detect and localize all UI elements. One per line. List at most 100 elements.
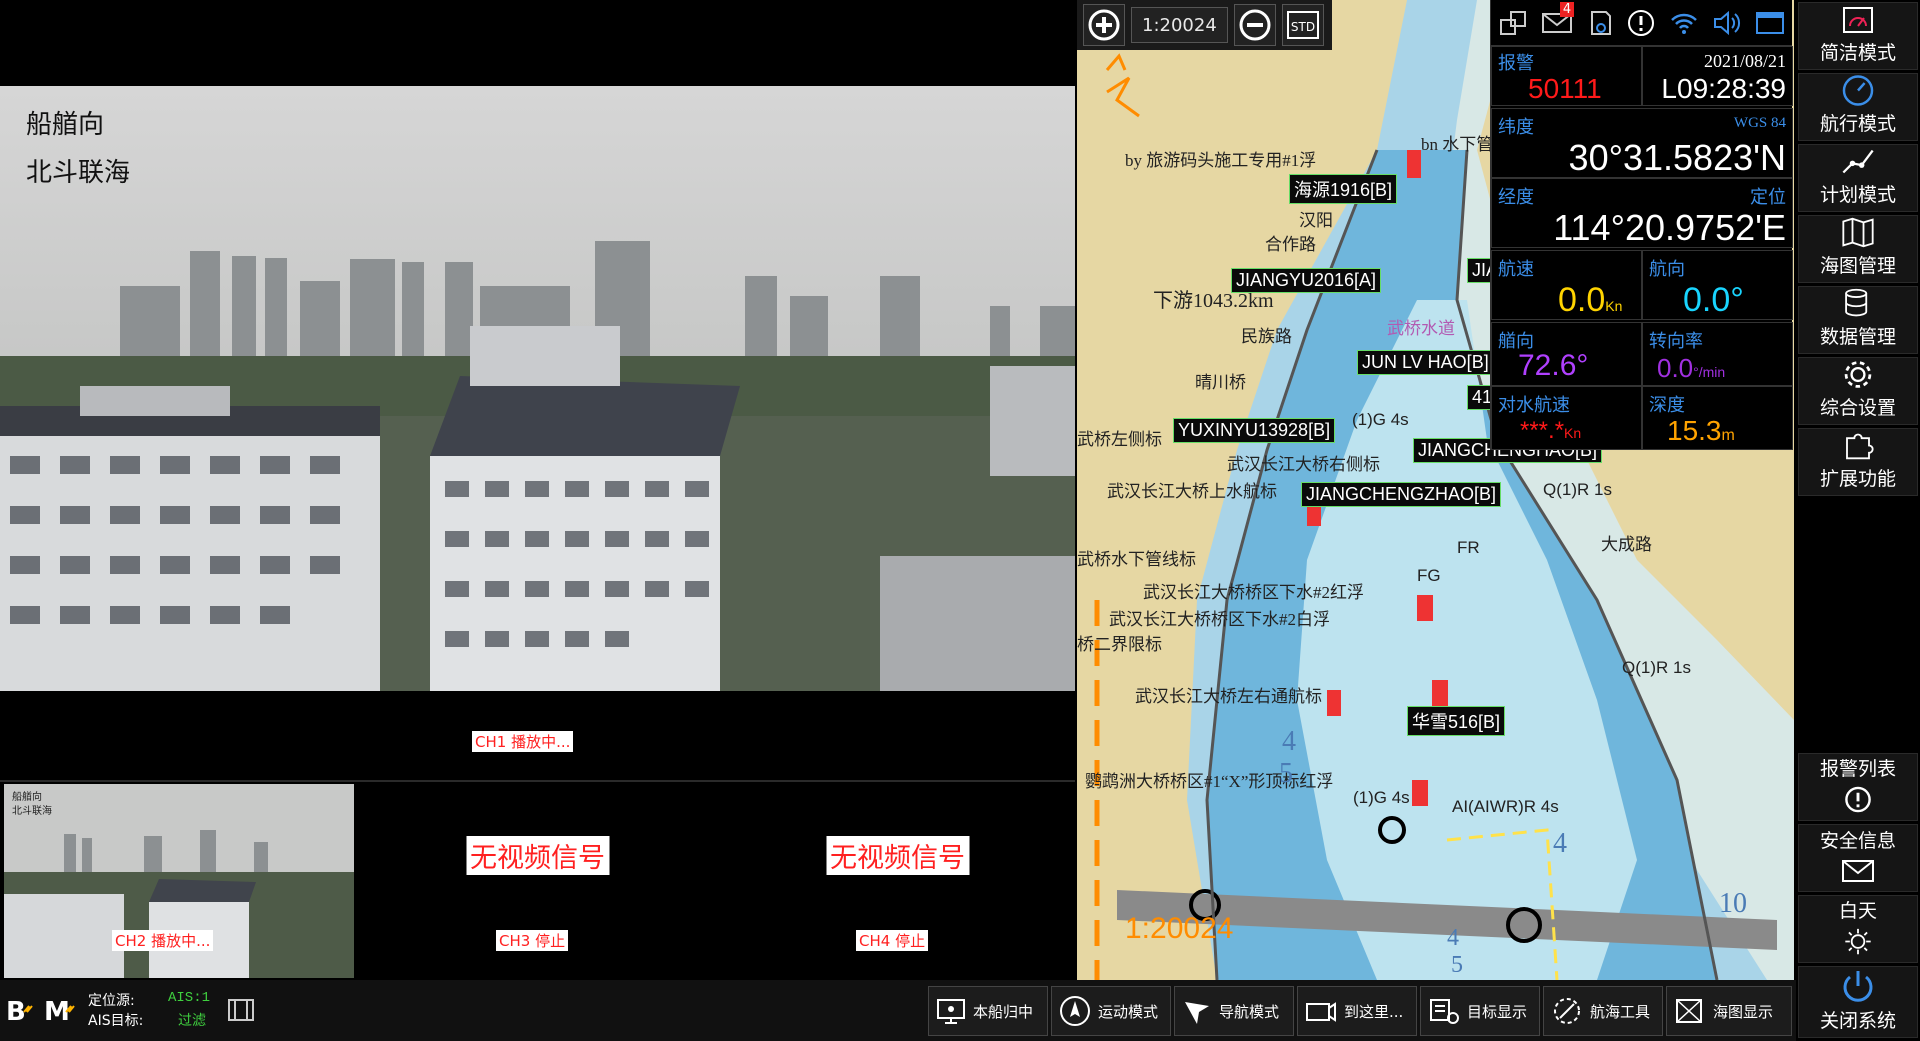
extensions-label: 扩展功能	[1819, 469, 1896, 490]
rot-value: 0.0	[1657, 353, 1694, 383]
ch4-status: CH4 停止	[856, 930, 929, 951]
longitude-cell: 经度 定位 114°20.9752'E	[1491, 178, 1793, 248]
stw-value: ***.*	[1520, 417, 1565, 444]
course-cell: 航向 0.0°	[1642, 250, 1793, 320]
zoom-in-button[interactable]	[1083, 4, 1125, 46]
shutdown-button[interactable]: 关闭系统	[1798, 966, 1918, 1038]
alarm-cell[interactable]: 报警 50111	[1491, 46, 1642, 106]
chart-label: 桥二界限标	[1077, 635, 1162, 654]
lat-value: 30°31.5823'N	[1568, 137, 1786, 178]
standard-display-button[interactable]: STD	[1281, 4, 1324, 46]
speed-unit: Kn	[1605, 298, 1623, 314]
volume-icon[interactable]	[1711, 8, 1743, 38]
shutdown-label: 关闭系统	[1819, 1011, 1896, 1032]
nav-mode-button[interactable]: 航行模式	[1798, 73, 1918, 141]
pos-source-label: 定位源:	[88, 993, 135, 1009]
svg-text:STD: STD	[1291, 20, 1315, 34]
alarm-list-button[interactable]: 报警列表	[1798, 753, 1918, 821]
target-display-icon	[1430, 999, 1459, 1024]
speed-cell: 航速 0.0Kn	[1491, 250, 1642, 320]
simple-mode-button[interactable]: 简洁模式	[1798, 2, 1918, 70]
chart-management-button[interactable]: 海图管理	[1798, 215, 1918, 283]
svg-text:B: B	[6, 997, 26, 1027]
nav-tools-button[interactable]: 航海工具	[1543, 986, 1663, 1036]
zoom-out-button[interactable]	[1233, 4, 1276, 46]
camera-overlay-heading: 船艏向	[26, 110, 105, 140]
course-label: 航向	[1649, 259, 1685, 280]
vessel-label[interactable]: JUN LV HAO[B]	[1357, 350, 1494, 375]
ch4-panel[interactable]: 无视频信号 CH4 停止	[720, 784, 1075, 978]
ais-filter-icon[interactable]	[226, 994, 256, 1026]
message-indicator[interactable]: 4	[1540, 1, 1575, 40]
safety-info-button[interactable]: 安全信息	[1798, 824, 1918, 892]
target-display-button[interactable]: 目标显示	[1420, 986, 1540, 1036]
compass-icon	[1842, 75, 1874, 106]
route-plan-icon	[1842, 149, 1874, 174]
status-icon-row: 4	[1491, 0, 1792, 46]
envelope-icon	[1842, 860, 1874, 882]
chart-scale-watermark: 1:20024	[1125, 912, 1234, 945]
chart-label: Q(1)R 1s	[1543, 480, 1612, 499]
own-ship-center-label: 本船归中	[973, 1002, 1034, 1021]
vessel-label[interactable]: 海源1916[B]	[1289, 174, 1398, 204]
book-map-icon	[1842, 217, 1874, 248]
window-layout-icon[interactable]	[1497, 8, 1529, 38]
rot-cell: 转向率 0.0°/min	[1642, 322, 1793, 386]
motion-mode-label: 运动模式	[1098, 1002, 1159, 1021]
ch3-panel[interactable]: 无视频信号 CH3 停止	[360, 784, 715, 978]
lon-value: 114°20.9752'E	[1553, 207, 1786, 248]
chart-label: 晴川桥	[1195, 373, 1246, 392]
window-icon[interactable]	[1754, 8, 1786, 38]
latitude-cell: 纬度 WGS 84 30°31.5823'N	[1491, 108, 1793, 178]
chart-label: (1)G 4s	[1353, 788, 1410, 807]
motion-mode-button[interactable]: 运动模式	[1051, 986, 1171, 1036]
motion-compass-icon	[1060, 996, 1090, 1026]
chart-label: AI(AIWR)R 4s	[1452, 797, 1559, 816]
chart-toolbar: 1:20024 STD	[1077, 0, 1332, 50]
plan-mode-button[interactable]: 计划模式	[1798, 144, 1918, 212]
datum-label: WGS 84	[1733, 115, 1786, 131]
ch1-status: CH1 播放中...	[472, 731, 574, 752]
go-here-button[interactable]: 到这里...	[1297, 986, 1417, 1036]
chart-label: 武汉长江大桥右侧标	[1227, 455, 1380, 474]
vessel-label[interactable]: JIANGCHENGZHAO[B]	[1301, 482, 1502, 507]
go-here-label: 到这里...	[1344, 1002, 1404, 1021]
day-mode-button[interactable]: 白天	[1798, 895, 1918, 963]
alert-icon[interactable]	[1626, 8, 1656, 38]
nav-info-panel: 4 报警 50111 2021/08/21 L09:28:39 纬度 WGS 8…	[1490, 0, 1793, 450]
data-management-label: 数据管理	[1819, 327, 1896, 348]
fix-label: 定位	[1750, 187, 1786, 208]
wifi-icon[interactable]	[1668, 8, 1700, 38]
vessel-label[interactable]: YUXINYU13928[B]	[1173, 418, 1336, 443]
navigation-mode-button[interactable]: 导航模式	[1174, 986, 1294, 1036]
chart-label: 武汉长江大桥桥区下水#2白浮	[1109, 610, 1330, 629]
ch2-overlay-name: 北斗联海	[12, 806, 52, 817]
vessel-label[interactable]: 华雪516[B]	[1407, 706, 1506, 736]
lat-label: 纬度	[1498, 117, 1534, 138]
ch2-status: CH2 播放中...	[112, 930, 214, 951]
depth-sounding: 5	[1279, 758, 1293, 789]
extensions-button[interactable]: 扩展功能	[1798, 428, 1918, 496]
ais-target-label: AIS目标:	[88, 1013, 144, 1029]
chart-display-icon	[1676, 999, 1702, 1023]
camera-view: 船艏向 北斗联海	[0, 86, 1075, 691]
plan-mode-label: 计划模式	[1819, 185, 1896, 206]
sd-card-icon[interactable]	[1585, 8, 1615, 38]
own-ship-center-button[interactable]: 本船归中	[928, 986, 1048, 1036]
ch2-panel[interactable]: 船艏向 北斗联海 CH2 播放中...	[4, 784, 354, 978]
chart-display-button[interactable]: 海图显示	[1666, 986, 1792, 1036]
mail-badge: 4	[1559, 1, 1575, 17]
speed-label: 航速	[1498, 259, 1534, 280]
settings-button[interactable]: 综合设置	[1798, 357, 1918, 425]
date-value: 2021/08/21	[1703, 51, 1786, 71]
chart-label: 民族路	[1241, 327, 1292, 346]
gauge-icon	[1843, 7, 1873, 33]
depth-sounding: 10	[1719, 888, 1747, 919]
right-sidebar: 简洁模式 航行模式 计划模式 海图管理 数据管理 综合设置 扩展功能 报警列表 …	[1796, 0, 1920, 1041]
chart-display-label: 海图显示	[1713, 1002, 1774, 1021]
chart-scale-display[interactable]: 1:20024	[1131, 7, 1228, 43]
depth-sounding: 5	[1451, 952, 1463, 978]
main-video-panel[interactable]: 船艏向 北斗联海 CH1 播放中...	[0, 0, 1075, 780]
data-management-button[interactable]: 数据管理	[1798, 286, 1918, 354]
vessel-label[interactable]: JIANGYU2016[A]	[1231, 268, 1382, 293]
